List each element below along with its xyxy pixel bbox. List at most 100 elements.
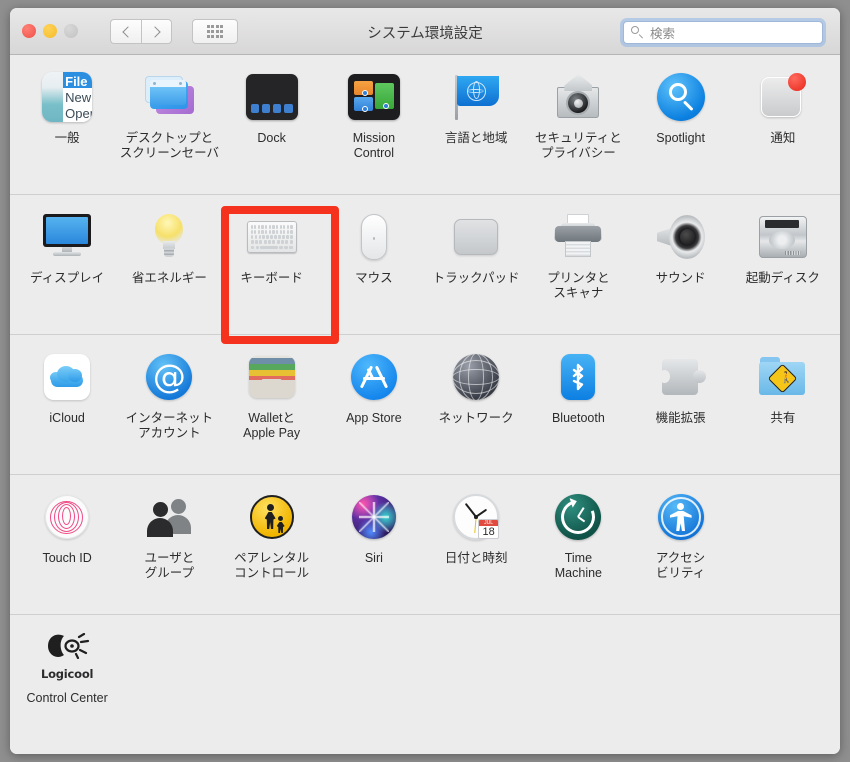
window-titlebar: システム環境設定 検索 — [10, 8, 840, 55]
pref-pane-network[interactable]: ネットワーク — [425, 345, 527, 466]
grid-spacer — [732, 625, 834, 746]
pref-pane-accessibility[interactable]: アクセシ ビリティ — [630, 485, 732, 606]
section-third-party: Logicool Control Center — [10, 615, 840, 754]
network-icon — [449, 350, 503, 404]
notification-badge — [787, 73, 806, 91]
pref-pane-label: セキュリティと プライバシー — [534, 131, 622, 160]
grid-spacer — [425, 625, 527, 746]
wallet-apple-pay-icon — [245, 350, 299, 404]
printers-scanners-icon — [551, 210, 605, 264]
grid-spacer — [732, 485, 834, 606]
pref-pane-label: 機能拡張 — [655, 411, 706, 425]
section-system: Touch ID ユーザと グループ ペアレンタル コントロール Siri JU… — [10, 475, 840, 615]
pref-pane-desktop-screensaver[interactable]: デスクトップと スクリーンセーバ — [118, 65, 220, 186]
date-time-icon: JUL 18 — [449, 490, 503, 544]
bluetooth-icon — [551, 350, 605, 404]
display-icon — [40, 210, 94, 264]
pref-pane-label: マウス — [355, 271, 393, 285]
accessibility-icon — [654, 490, 708, 544]
search-field[interactable]: 検索 — [623, 21, 823, 44]
pref-pane-security-privacy[interactable]: セキュリティと プライバシー — [527, 65, 629, 186]
pref-pane-extensions[interactable]: 機能拡張 — [630, 345, 732, 466]
general-icon: File New Open — [40, 70, 94, 124]
pref-pane-sound[interactable]: サウンド — [630, 205, 732, 326]
pref-pane-label: デスクトップと スクリーンセーバ — [119, 131, 219, 160]
pref-pane-label: Spotlight — [656, 131, 705, 145]
users-groups-icon — [142, 490, 196, 544]
pref-pane-siri[interactable]: Siri — [323, 485, 425, 606]
pref-pane-mission-control[interactable]: Mission Control — [323, 65, 425, 186]
pref-pane-dock[interactable]: Dock — [221, 65, 323, 186]
sharing-icon: 🚶 — [756, 350, 810, 404]
pref-pane-logicool-control-center[interactable]: Logicool Control Center — [16, 625, 118, 746]
mission-control-icon — [347, 70, 401, 124]
section-personal: File New Open 一般 — [10, 55, 840, 195]
grid-spacer — [527, 625, 629, 746]
pref-pane-internet-accounts[interactable]: @ インターネット アカウント — [118, 345, 220, 466]
dock-icon — [245, 70, 299, 124]
calendar-day: 18 — [482, 526, 495, 538]
pref-pane-notifications[interactable]: 通知 — [732, 65, 834, 186]
pref-pane-label: キーボード — [240, 271, 303, 285]
search-icon — [631, 26, 644, 39]
logicool-control-center-icon: Logicool — [40, 630, 94, 684]
trackpad-icon — [449, 210, 503, 264]
pref-pane-date-time[interactable]: JUL 18 日付と時刻 — [425, 485, 527, 606]
preferences-grid: File New Open 一般 — [10, 55, 840, 754]
pref-pane-label: Walletと Apple Pay — [243, 411, 301, 440]
pref-pane-wallet-apple-pay[interactable]: Walletと Apple Pay — [221, 345, 323, 466]
pref-pane-label: 言語と地域 — [444, 131, 508, 145]
mouse-icon — [347, 210, 401, 264]
search-placeholder: 検索 — [650, 27, 676, 41]
grid-spacer — [118, 625, 220, 746]
pref-pane-label: ペアレンタル コントロール — [234, 551, 310, 580]
pref-pane-label: Time Machine — [554, 551, 602, 580]
pref-pane-app-store[interactable]: App Store — [323, 345, 425, 466]
pref-pane-sharing[interactable]: 🚶 共有 — [732, 345, 834, 466]
pref-pane-users-groups[interactable]: ユーザと グループ — [118, 485, 220, 606]
pref-pane-mouse[interactable]: マウス — [323, 205, 425, 326]
pref-pane-spotlight[interactable]: Spotlight — [630, 65, 732, 186]
security-privacy-icon — [551, 70, 605, 124]
pref-pane-label: 共有 — [770, 411, 796, 425]
notifications-icon — [756, 70, 810, 124]
pref-pane-touch-id[interactable]: Touch ID — [16, 485, 118, 606]
pref-pane-label: Bluetooth — [551, 411, 605, 425]
pref-pane-label: 省エネルギー — [131, 271, 207, 285]
parental-controls-icon — [245, 490, 299, 544]
siri-icon — [347, 490, 401, 544]
internet-accounts-icon: @ — [142, 350, 196, 404]
pref-pane-label: 通知 — [770, 131, 796, 145]
pref-pane-language-region[interactable]: 言語と地域 — [425, 65, 527, 186]
pref-pane-icloud[interactable]: iCloud — [16, 345, 118, 466]
pref-pane-bluetooth[interactable]: Bluetooth — [527, 345, 629, 466]
pref-pane-time-machine[interactable]: Time Machine — [527, 485, 629, 606]
grid-spacer — [221, 625, 323, 746]
pref-pane-parental-controls[interactable]: ペアレンタル コントロール — [221, 485, 323, 606]
touch-id-icon — [40, 490, 94, 544]
extensions-icon — [654, 350, 708, 404]
pref-pane-trackpad[interactable]: トラックパッド — [425, 205, 527, 326]
pref-pane-label: Dock — [257, 131, 286, 145]
app-store-icon — [347, 350, 401, 404]
pref-pane-energy-saver[interactable]: 省エネルギー — [118, 205, 220, 326]
pref-pane-startup-disk[interactable]: 起動ディスク — [732, 205, 834, 326]
pref-pane-label: ディスプレイ — [30, 271, 105, 285]
energy-saver-icon — [142, 210, 196, 264]
time-machine-icon — [551, 490, 605, 544]
pref-pane-keyboard[interactable]: キーボード — [221, 205, 323, 326]
language-region-icon — [449, 70, 503, 124]
section-internet-wireless: iCloud @ インターネット アカウント Walletと Apple Pay — [10, 335, 840, 475]
sound-icon — [654, 210, 708, 264]
pref-pane-displays[interactable]: ディスプレイ — [16, 205, 118, 326]
pref-pane-printers-scanners[interactable]: プリンタと スキャナ — [527, 205, 629, 326]
pref-pane-label: アクセシ ビリティ — [655, 551, 706, 580]
pref-pane-label: Siri — [364, 551, 383, 565]
pref-pane-label: サウンド — [655, 271, 706, 285]
pref-pane-general[interactable]: File New Open 一般 — [16, 65, 118, 186]
logicool-wordmark: Logicool — [40, 667, 94, 681]
pref-pane-label: App Store — [346, 411, 402, 425]
grid-spacer — [630, 625, 732, 746]
section-hardware: ディスプレイ 省エネルギー キーボード マウス トラックパッド プリンタと スキ… — [10, 195, 840, 335]
spotlight-icon — [654, 70, 708, 124]
